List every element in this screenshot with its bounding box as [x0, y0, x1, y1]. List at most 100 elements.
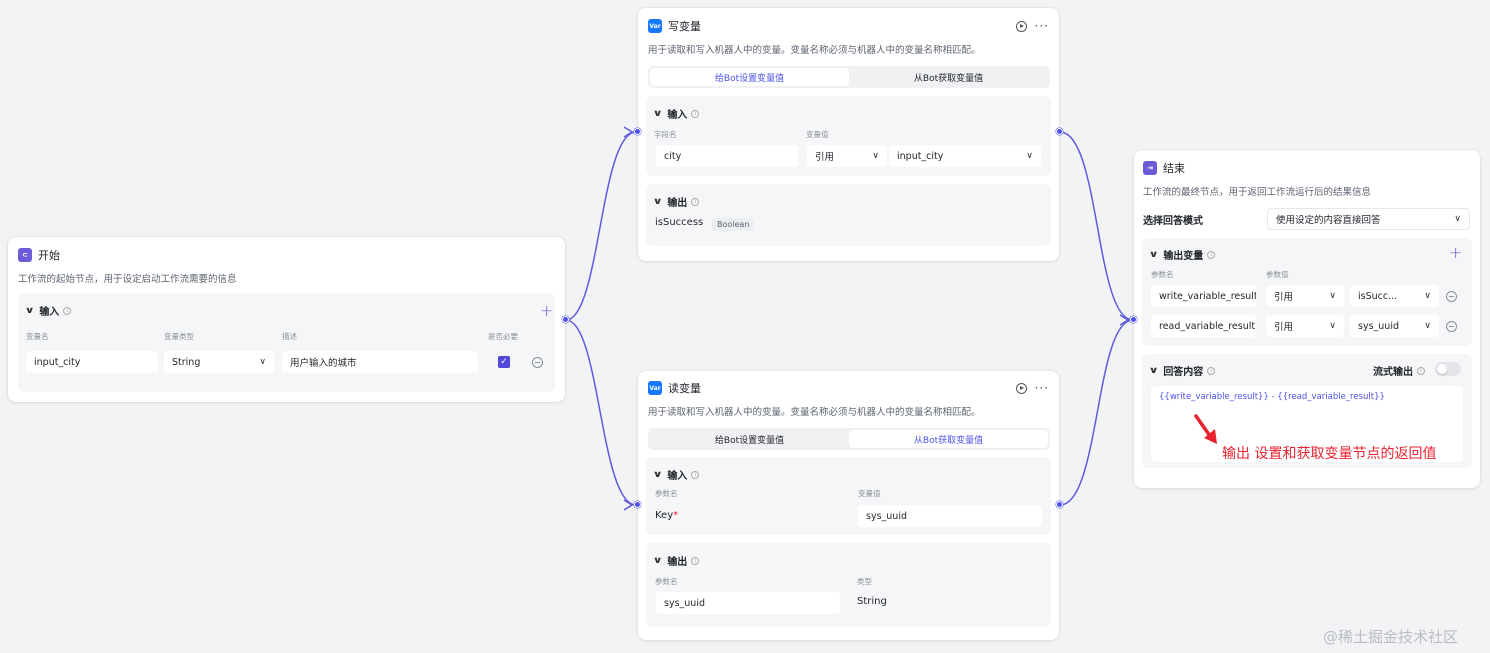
write-input-port[interactable] — [634, 128, 641, 135]
variable-icon: Var — [648, 19, 662, 33]
col-label-name: 变量名 — [26, 332, 49, 341]
workflow-canvas: ⊂ 开始 工作流的起始节点，用于设定启动工作流需要的信息 ∨ 输入 i + 变量… — [0, 0, 1490, 653]
end-output-section: ∨ 输出变量 i + 参数名 参数值 write_variable_result… — [1142, 238, 1472, 346]
section-header[interactable]: ∨ 输入 i — [653, 106, 700, 121]
start-node[interactable]: ⊂ 开始 工作流的起始节点，用于设定启动工作流需要的信息 ∨ 输入 i + 变量… — [8, 237, 565, 402]
field-name-input[interactable]: city — [656, 145, 798, 167]
tab-get-variable[interactable]: 从Bot获取变量值 — [849, 430, 1048, 448]
variable-icon: Var — [648, 381, 662, 395]
section-header[interactable]: ∨ 输出 i — [653, 194, 700, 209]
field-value: 引用 — [1274, 292, 1294, 303]
section-header[interactable]: ∨ 输入 i — [653, 467, 700, 482]
col-label-type: 类型 — [857, 577, 872, 586]
section-header[interactable]: ∨ 回答内容 i — [1149, 363, 1216, 378]
end-icon: ⇥ — [1143, 161, 1157, 175]
field-value: sys_uuid — [664, 597, 705, 609]
more-icon[interactable]: ··· — [1035, 20, 1049, 32]
field-value: 使用设定的内容直接回答 — [1276, 215, 1381, 226]
edge-arrow-end — [1119, 314, 1130, 326]
node-description: 工作流的最终节点，用于返回工作流运行后的结果信息 — [1143, 187, 1372, 198]
end-input-port[interactable] — [1130, 316, 1137, 323]
remove-row-icon[interactable] — [1446, 321, 1457, 332]
stream-output-label: 流式输出 i — [1373, 363, 1425, 378]
mode-tabs: 给Bot设置变量值 从Bot获取变量值 — [648, 66, 1050, 88]
output-value-reference-select[interactable]: isSucc... ∨ — [1350, 285, 1439, 307]
chevron-down-icon[interactable]: ∨ — [25, 306, 35, 316]
stream-label-text: 流式输出 — [1373, 367, 1413, 378]
mode-tabs: 给Bot设置变量值 从Bot获取变量值 — [648, 428, 1050, 450]
info-icon: i — [691, 556, 700, 565]
info-icon: i — [691, 470, 700, 479]
edge-arrow-write — [623, 126, 634, 138]
section-title: 回答内容 — [1163, 367, 1204, 378]
play-icon[interactable] — [1015, 382, 1027, 394]
col-label-required: 是否必要 — [488, 332, 518, 341]
output-name-input[interactable]: sys_uuid — [656, 592, 840, 614]
output-value-reference-select[interactable]: sys_uuid ∨ — [1350, 315, 1439, 337]
read-output-port[interactable] — [1056, 501, 1063, 508]
col-label-value: 变量值 — [806, 130, 829, 139]
output-param-name-input[interactable]: write_variable_result — [1151, 285, 1256, 307]
watermark: @稀土掘金技术社区 — [1323, 628, 1459, 646]
add-output-button[interactable]: + — [1449, 245, 1462, 261]
value-reference-select[interactable]: input_city ∨ — [889, 145, 1041, 167]
field-value: input_city — [34, 356, 81, 368]
start-output-port[interactable] — [562, 316, 569, 323]
variable-type-select[interactable]: String ∨ — [164, 351, 274, 373]
col-label-desc: 描述 — [282, 332, 297, 341]
chevron-down-icon: ∨ — [259, 357, 266, 367]
answer-mode-select[interactable]: 使用设定的内容直接回答 ∨ — [1267, 208, 1470, 230]
section-title: 输入 — [667, 471, 688, 482]
more-icon[interactable]: ··· — [1035, 382, 1049, 394]
variable-value-input[interactable]: sys_uuid — [858, 505, 1042, 527]
field-value: 引用 — [815, 152, 835, 163]
section-title: 输出 — [667, 557, 688, 568]
chevron-down-icon[interactable]: ∨ — [1149, 366, 1159, 376]
output-param-name-input[interactable]: read_variable_result — [1151, 315, 1256, 337]
output-value-mode-select[interactable]: 引用 ∨ — [1266, 285, 1344, 307]
section-header[interactable]: ∨ 输出变量 i — [1149, 247, 1216, 262]
field-value: input_city — [897, 150, 944, 162]
value-mode-select[interactable]: 引用 ∨ — [807, 145, 887, 167]
required-checkbox[interactable]: ✓ — [498, 356, 510, 368]
variable-name-input[interactable]: input_city — [26, 351, 158, 373]
section-header[interactable]: ∨ 输出 i — [653, 553, 700, 568]
col-label-field: 字段名 — [654, 130, 677, 139]
write-variable-node[interactable]: Var 写变量 ··· 用于读取和写入机器人中的变量。变量名称必须与机器人中的变… — [638, 8, 1059, 261]
read-variable-node[interactable]: Var 读变量 ··· 用于读取和写入机器人中的变量。变量名称必须与机器人中的变… — [638, 371, 1059, 640]
chevron-down-icon: ∨ — [1329, 321, 1336, 331]
annotation-arrow-icon — [1194, 414, 1217, 444]
output-value-mode-select[interactable]: 引用 ∨ — [1266, 315, 1344, 337]
chevron-down-icon[interactable]: ∨ — [1149, 250, 1159, 260]
end-node[interactable]: ⇥ 结束 工作流的最终节点，用于返回工作流运行后的结果信息 选择回答模式 使用设… — [1134, 150, 1480, 488]
chevron-down-icon[interactable]: ∨ — [653, 109, 663, 119]
write-output-port[interactable] — [1056, 128, 1063, 135]
section-header[interactable]: ∨ 输入 i — [25, 303, 72, 318]
tab-set-variable[interactable]: 给Bot设置变量值 — [650, 68, 849, 86]
col-label-type: 变量类型 — [164, 332, 194, 341]
tab-get-variable[interactable]: 从Bot获取变量值 — [849, 68, 1048, 86]
chevron-down-icon[interactable]: ∨ — [653, 197, 663, 207]
output-type-badge: Boolean — [712, 218, 755, 231]
edge-start-to-read — [565, 319, 637, 506]
write-input-section: ∨ 输入 i 字段名 变量值 city 引用 ∨ input_city ∨ — [646, 96, 1051, 176]
play-icon[interactable] — [1015, 20, 1027, 32]
info-icon: i — [1207, 250, 1216, 259]
tab-set-variable[interactable]: 给Bot设置变量值 — [650, 430, 849, 448]
variable-desc-input[interactable]: 用户输入的城市 — [282, 351, 478, 373]
node-title: 结束 — [1163, 162, 1185, 175]
col-label-value: 参数值 — [1266, 270, 1289, 279]
annotation-text: 输出 设置和获取变量节点的返回值 — [1222, 446, 1437, 462]
field-value: 用户输入的城市 — [290, 358, 357, 369]
remove-row-icon[interactable] — [532, 357, 543, 368]
add-variable-button[interactable]: + — [540, 303, 553, 319]
info-icon: i — [691, 197, 700, 206]
chevron-down-icon[interactable]: ∨ — [653, 556, 663, 566]
chevron-down-icon[interactable]: ∨ — [653, 470, 663, 480]
field-value: 引用 — [1274, 322, 1294, 333]
field-value: city — [664, 150, 682, 162]
node-title: 读变量 — [668, 382, 701, 395]
stream-output-toggle[interactable] — [1435, 362, 1461, 376]
remove-row-icon[interactable] — [1446, 291, 1457, 302]
read-input-port[interactable] — [634, 501, 641, 508]
